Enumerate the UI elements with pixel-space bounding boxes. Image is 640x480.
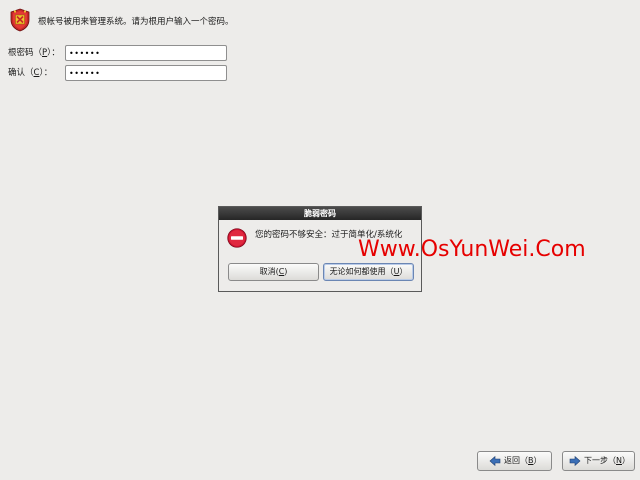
back-button-label: 返回（B） (504, 456, 542, 465)
confirm-password-label: 确认（C）： (8, 68, 53, 78)
dialog-titlebar: 脆弱密码 (219, 207, 421, 220)
confirm-password-field[interactable] (65, 65, 227, 81)
cancel-button[interactable]: 取消(C) (228, 263, 319, 281)
back-button[interactable]: 返回（B） (477, 451, 552, 471)
dialog-title: 脆弱密码 (304, 209, 336, 218)
error-stop-icon (227, 228, 247, 248)
next-button-label: 下一步（N） (584, 456, 630, 465)
arrow-left-icon (489, 455, 501, 467)
root-password-field[interactable] (65, 45, 227, 61)
header-instructions: 根帐号被用来管理系统。请为根用户输入一个密码。 (38, 17, 234, 27)
use-anyway-button[interactable]: 无论如何都使用（U） (323, 263, 414, 281)
arrow-right-icon (569, 455, 581, 467)
watermark-text: Www.OsYunWei.Com (358, 237, 586, 262)
root-password-label: 根密码（P）： (8, 48, 60, 58)
next-button[interactable]: 下一步（N） (562, 451, 635, 471)
root-shield-icon (10, 8, 30, 32)
